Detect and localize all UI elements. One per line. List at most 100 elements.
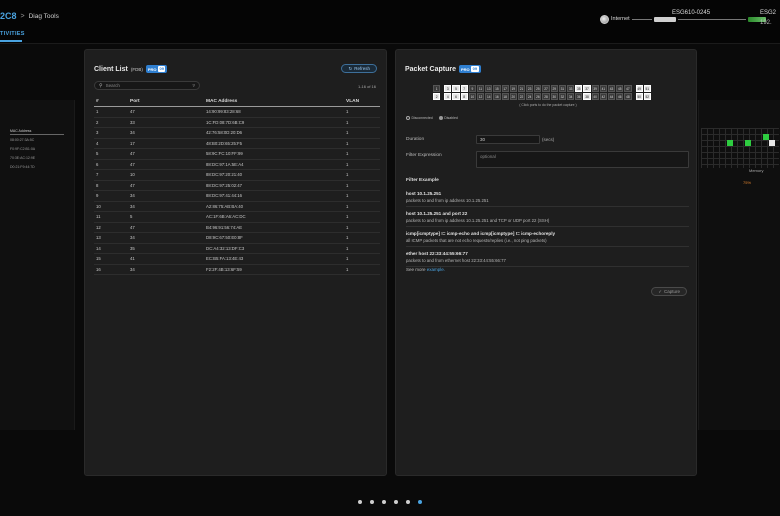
port-43[interactable]: 43 [607,85,616,92]
port-35[interactable]: 35 [575,85,583,92]
port-14[interactable]: 14 [485,93,493,100]
tab-activities[interactable]: TIVITIES [0,31,25,37]
port-1[interactable]: 1 [433,85,441,92]
port-4[interactable]: 4 [444,93,452,100]
port-22[interactable]: 22 [517,93,526,100]
port-10[interactable]: 10 [468,93,476,100]
table-row[interactable]: 2 33 1C:FD:08:7D:6B:C9 1 [94,117,380,128]
port-17[interactable]: 17 [501,85,509,92]
port-29[interactable]: 29 [550,85,558,92]
search-input[interactable] [105,83,186,88]
port-50[interactable]: 50 [635,93,643,100]
port-3[interactable]: 3 [444,85,452,92]
port-27[interactable]: 27 [542,85,550,92]
search-box[interactable]: ⚲ ▿ [94,81,200,90]
duration-input[interactable] [476,135,540,144]
pager-dot[interactable] [394,500,398,504]
port-52[interactable]: 52 [643,93,651,100]
port-9[interactable]: 9 [468,85,476,92]
table-row[interactable]: 12 47 B4:96:91:56:74:AE 1 [94,222,380,233]
port-46[interactable]: 46 [616,93,624,100]
table-row[interactable]: 15 41 EC:B5:FA:13:4E:43 1 [94,253,380,265]
table-row[interactable]: 14 35 DC:A4:32:13:DF:C3 1 [94,243,380,254]
port-12[interactable]: 12 [476,93,485,100]
port-39[interactable]: 39 [591,85,599,92]
table-row[interactable]: 8 47 88:DC:97:25:02:47 1 [94,180,380,191]
port-34[interactable]: 34 [567,93,575,100]
port-19[interactable]: 19 [509,85,517,92]
column-header-mac[interactable]: MAC Address [204,98,344,107]
port-5[interactable]: 5 [452,85,460,92]
internet-label[interactable]: Internet [611,16,630,22]
cell-vlan: 1 [344,264,380,275]
port-36[interactable]: 36 [575,93,583,100]
port-28[interactable]: 28 [542,93,550,100]
port-8[interactable]: 8 [460,93,468,100]
port-25[interactable]: 25 [534,85,542,92]
pager-dot[interactable] [382,500,386,504]
table-row[interactable]: 13 34 D8:9C:67:50:E0:8F 1 [94,232,380,244]
port-49[interactable]: 49 [635,85,643,92]
port-6[interactable]: 6 [452,93,460,100]
column-header-vlan[interactable]: VLAN [344,98,380,107]
port-37[interactable]: 37 [583,85,591,92]
table-row[interactable]: 5 47 58:9C:FC:10:FF:99 1 [94,148,380,160]
port-7[interactable]: 7 [460,85,468,92]
pager-dot[interactable] [418,500,422,504]
port-24[interactable]: 24 [526,93,534,100]
pager-dot[interactable] [406,500,410,504]
port-20[interactable]: 20 [509,93,517,100]
table-row[interactable]: 16 34 F2:2F:4B:13:6F:59 1 [94,264,380,275]
port-45[interactable]: 45 [616,85,624,92]
switch2-name[interactable]: ESG2 [760,10,776,16]
port-15[interactable]: 15 [493,85,501,92]
port-21[interactable]: 21 [517,85,526,92]
table-row[interactable]: 9 34 88:DC:97:41:44:16 1 [94,190,380,202]
port-16[interactable]: 16 [493,93,501,100]
duration-label: Duration [406,137,425,142]
port-33[interactable]: 33 [567,85,575,92]
capture-button[interactable]: ✓ Capture [651,287,687,296]
column-header-port[interactable]: Port [128,98,204,107]
switch-icon[interactable] [653,16,676,22]
port-38[interactable]: 38 [583,93,591,100]
port-23[interactable]: 23 [526,85,534,92]
table-row[interactable]: 7 10 88:DC:97:20:21:40 1 [94,169,380,181]
column-header-index[interactable]: # [94,98,128,107]
port-48[interactable]: 48 [624,93,632,100]
see-more-link[interactable]: example. [427,267,445,272]
switch1-name[interactable]: ESG610-0245 [672,10,710,16]
port-31[interactable]: 31 [558,85,566,92]
port-51[interactable]: 51 [643,85,651,92]
pager-dot[interactable] [358,500,362,504]
table-row[interactable]: 4 17 48:B0:2D:65:25:F5 1 [94,138,380,149]
port-18[interactable]: 18 [501,93,509,100]
table-row[interactable]: 6 47 88:DC:97:1A:5E:A4 1 [94,159,380,170]
cell-vlan: 1 [344,127,380,139]
port-30[interactable]: 30 [550,93,558,100]
pager-dot[interactable] [370,500,374,504]
cell-mac: D8:9C:67:50:E0:8F [204,232,344,244]
filter-icon[interactable]: ▿ [192,83,195,89]
switch2-ip: 192. [760,20,772,26]
port-40[interactable]: 40 [591,93,599,100]
filter-expression-input[interactable] [476,151,689,168]
table-row[interactable]: 10 34 A2:86:75:AB:BA:40 1 [94,201,380,212]
device-name[interactable]: 2C8 [0,11,17,21]
port-42[interactable]: 42 [599,93,607,100]
cell-index: 2 [94,117,128,128]
table-row[interactable]: 3 34 42:76:58:0D:20:D6 1 [94,127,380,139]
filter-example-code: host 10.1.25.251 and port 22 [406,211,468,216]
port-47[interactable]: 47 [624,85,632,92]
port-13[interactable]: 13 [485,85,493,92]
port-41[interactable]: 41 [599,85,607,92]
table-row[interactable]: 1 47 14:90:99:83:28:68 1 [94,106,380,118]
cell-vlan: 1 [344,253,380,265]
table-row[interactable]: 11 5 AC:1F:6B:A6:AC:DC 1 [94,211,380,223]
port-44[interactable]: 44 [607,93,616,100]
port-11[interactable]: 11 [476,85,485,92]
port-32[interactable]: 32 [558,93,566,100]
port-2[interactable]: 2 [433,93,441,100]
refresh-button[interactable]: ↻ Refresh [341,64,377,73]
port-26[interactable]: 26 [534,93,542,100]
